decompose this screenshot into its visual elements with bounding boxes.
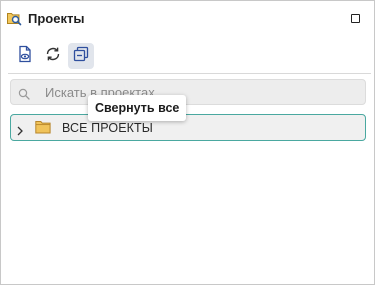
tree-item-label: ВСЕ ПРОЕКТЫ xyxy=(62,121,153,135)
refresh-icon xyxy=(45,46,61,67)
tree-item-all-projects[interactable]: ВСЕ ПРОЕКТЫ xyxy=(10,114,366,141)
panel-title: Проекты xyxy=(28,11,85,26)
tooltip: Свернуть все xyxy=(88,95,187,121)
search-box xyxy=(10,79,366,105)
collapse-all-button[interactable] xyxy=(68,43,94,69)
refresh-button[interactable] xyxy=(40,43,66,69)
view-file-icon xyxy=(17,45,33,68)
collapse-all-icon xyxy=(73,46,89,67)
projects-panel: Проекты Искать в проектах ВСЕ ПРОЕКТЫ Св… xyxy=(0,0,375,285)
maximize-button[interactable] xyxy=(351,14,360,23)
chevron-right-icon[interactable] xyxy=(16,123,24,136)
toolbar-divider xyxy=(8,73,371,74)
projects-search-icon xyxy=(6,10,22,26)
show-file-button[interactable] xyxy=(12,43,38,69)
folder-icon xyxy=(35,120,51,134)
search-icon xyxy=(18,87,30,100)
panel-header: Проекты xyxy=(1,1,374,37)
toolbar xyxy=(1,41,374,71)
